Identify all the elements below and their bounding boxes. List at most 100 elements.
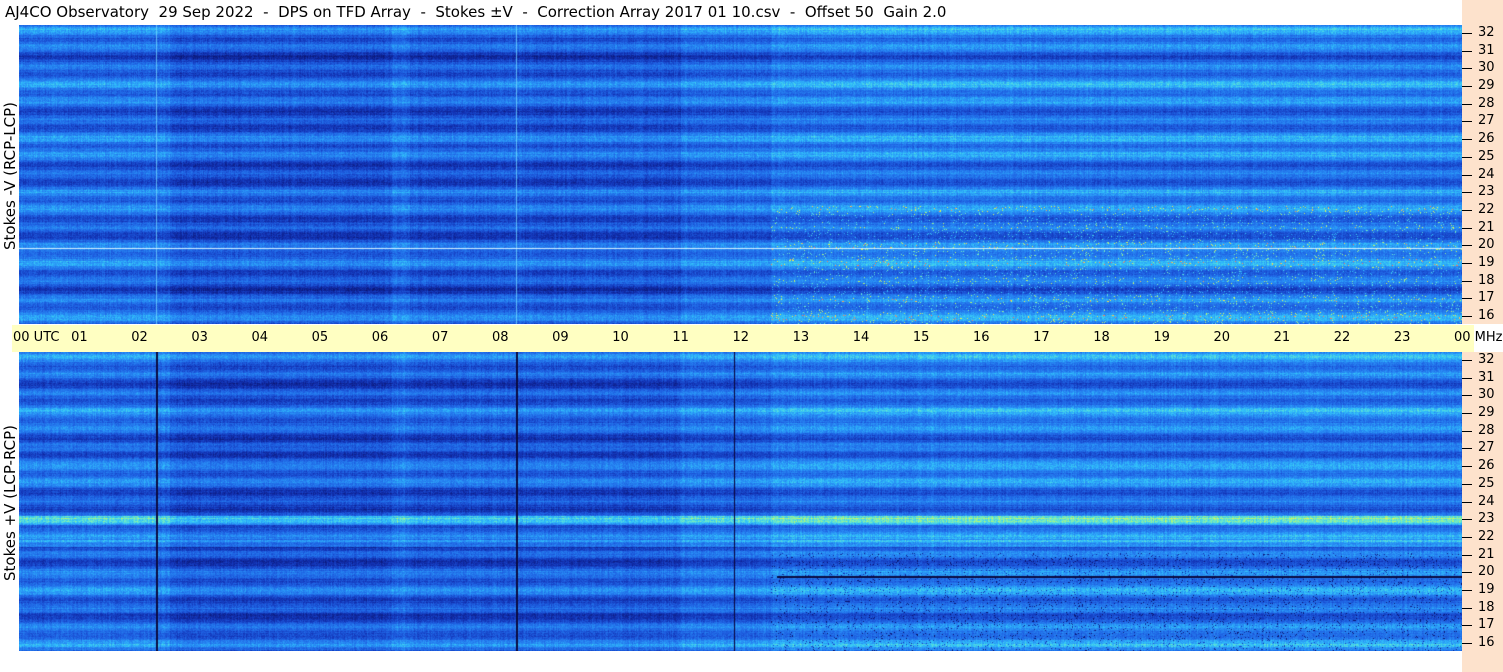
utc-time-axis: 00 UTC 01 02 03 04 05 06 07 08 09 10 11 12 13 14 15 16 17… [12, 325, 1503, 352]
freq-tick [1462, 413, 1472, 415]
freq-tick-label: 16 [1478, 635, 1495, 650]
freq-tick [1462, 174, 1472, 176]
freq-tick-label: 23 [1478, 184, 1495, 200]
freq-tick [1462, 536, 1472, 538]
freq-tick-label: 32 [1478, 352, 1495, 367]
freq-tick [1462, 501, 1472, 503]
freq-tick-label: 29 [1478, 405, 1495, 421]
freq-tick [1462, 448, 1472, 450]
utc-tick-label: 12 [732, 330, 750, 345]
utc-tick-label: 00 MHz [1454, 330, 1503, 345]
bottom-panel-ylabel: Stokes +V (LCP-RCP) [1, 425, 19, 581]
utc-tick-label: 11 [672, 330, 689, 345]
utc-tick-label: 02 [131, 330, 148, 345]
freq-tick-label: 20 [1478, 237, 1495, 253]
freq-tick [1462, 156, 1472, 158]
freq-tick [1462, 377, 1472, 379]
freq-tick-label: 30 [1478, 387, 1495, 403]
freq-tick [1462, 643, 1472, 644]
freq-tick [1462, 262, 1472, 264]
freq-tick [1462, 50, 1472, 52]
utc-tick-label: 13 [792, 330, 810, 345]
freq-tick-label: 31 [1478, 42, 1495, 58]
freq-tick [1462, 316, 1472, 317]
freq-tick-label: 27 [1478, 113, 1495, 129]
freq-tick-label: 18 [1478, 272, 1495, 288]
utc-tick-label: 17 [1033, 330, 1050, 345]
utc-tick-label: 19 [1153, 330, 1170, 345]
utc-tick-label: 05 [311, 330, 329, 345]
freq-tick-label: 17 [1478, 617, 1495, 633]
freq-tick [1462, 554, 1472, 556]
utc-tick-label: 16 [973, 330, 990, 345]
freq-tick [1462, 280, 1472, 282]
freq-tick-label: 26 [1478, 131, 1495, 147]
freq-tick-label: 25 [1478, 475, 1495, 491]
utc-tick-label: 23 [1393, 330, 1411, 345]
utc-tick-label: 03 [191, 330, 208, 345]
freq-axis-corner-bottom [1462, 651, 1503, 672]
freq-tick [1462, 68, 1472, 70]
freq-tick [1462, 192, 1472, 194]
freq-tick [1462, 298, 1472, 300]
freq-tick [1462, 395, 1472, 397]
freq-tick [1462, 86, 1472, 88]
utc-tick-label: 18 [1093, 330, 1110, 345]
freq-tick [1462, 209, 1472, 211]
top-panel-ylabel: Stokes -V (RCP-LCP) [1, 102, 19, 250]
freq-tick-label: 19 [1478, 581, 1495, 597]
freq-tick-label: 19 [1478, 254, 1495, 270]
freq-tick-label: 22 [1478, 528, 1495, 544]
freq-tick-label: 27 [1478, 440, 1495, 456]
freq-tick [1462, 572, 1472, 574]
freq-tick-label: 26 [1478, 458, 1495, 474]
chart-title: AJ4CO Observatory 29 Sep 2022 - DPS on T… [5, 3, 947, 21]
freq-tick [1462, 607, 1472, 609]
freq-tick [1462, 227, 1472, 229]
freq-tick-label: 29 [1478, 78, 1495, 94]
utc-tick-label: 06 [371, 330, 389, 345]
spectrogram-stokes-minus-v [19, 25, 1462, 324]
freq-tick-label: 17 [1478, 290, 1495, 306]
freq-tick-label: 28 [1478, 422, 1495, 438]
freq-tick-label: 24 [1478, 166, 1495, 182]
spectrogram-image-top [19, 25, 1462, 324]
frequency-axis-bottom: 32 31 30 29 28 27 26 25 24 23 22 21 20 19 18 17 16 [1462, 352, 1503, 651]
freq-tick [1462, 466, 1472, 468]
utc-tick-label: 07 [431, 330, 449, 345]
freq-tick [1462, 103, 1472, 105]
utc-tick-label: 08 [492, 330, 509, 345]
freq-tick-label: 20 [1478, 564, 1495, 580]
freq-tick [1462, 519, 1472, 521]
utc-tick-label: 09 [552, 330, 569, 345]
utc-tick-label: 14 [852, 330, 870, 345]
utc-tick-label: 20 [1213, 330, 1231, 345]
freq-tick-label: 28 [1478, 95, 1495, 111]
freq-tick-label: 22 [1478, 201, 1495, 217]
utc-tick-label: 10 [612, 330, 629, 345]
freq-tick-label: 30 [1478, 60, 1495, 76]
utc-tick-label: 00 UTC [13, 330, 60, 345]
freq-tick [1462, 245, 1472, 247]
freq-tick-label: 24 [1478, 493, 1495, 509]
freq-tick-label: 16 [1478, 308, 1495, 323]
freq-tick-label: 23 [1478, 511, 1495, 527]
freq-tick-label: 18 [1478, 599, 1495, 615]
freq-tick [1462, 625, 1472, 627]
utc-tick-label: 22 [1333, 330, 1351, 345]
freq-tick [1462, 33, 1472, 34]
freq-tick [1462, 430, 1472, 432]
freq-tick-label: 32 [1478, 25, 1495, 40]
freq-tick-label: 31 [1478, 369, 1495, 385]
freq-tick-label: 25 [1478, 148, 1495, 164]
spectrogram-stokes-plus-v [19, 352, 1462, 651]
freq-tick [1462, 483, 1472, 485]
freq-tick-label: 21 [1478, 546, 1495, 562]
freq-tick [1462, 139, 1472, 141]
spectrogram-image-bottom [19, 352, 1462, 651]
freq-axis-corner-top [1462, 0, 1503, 25]
utc-tick-label: 15 [912, 330, 930, 345]
utc-tick-label: 04 [251, 330, 269, 345]
freq-tick [1462, 589, 1472, 591]
frequency-axis-top: 32 31 30 29 28 27 26 25 24 23 22 21 20 19 18 17 16 [1462, 25, 1503, 324]
